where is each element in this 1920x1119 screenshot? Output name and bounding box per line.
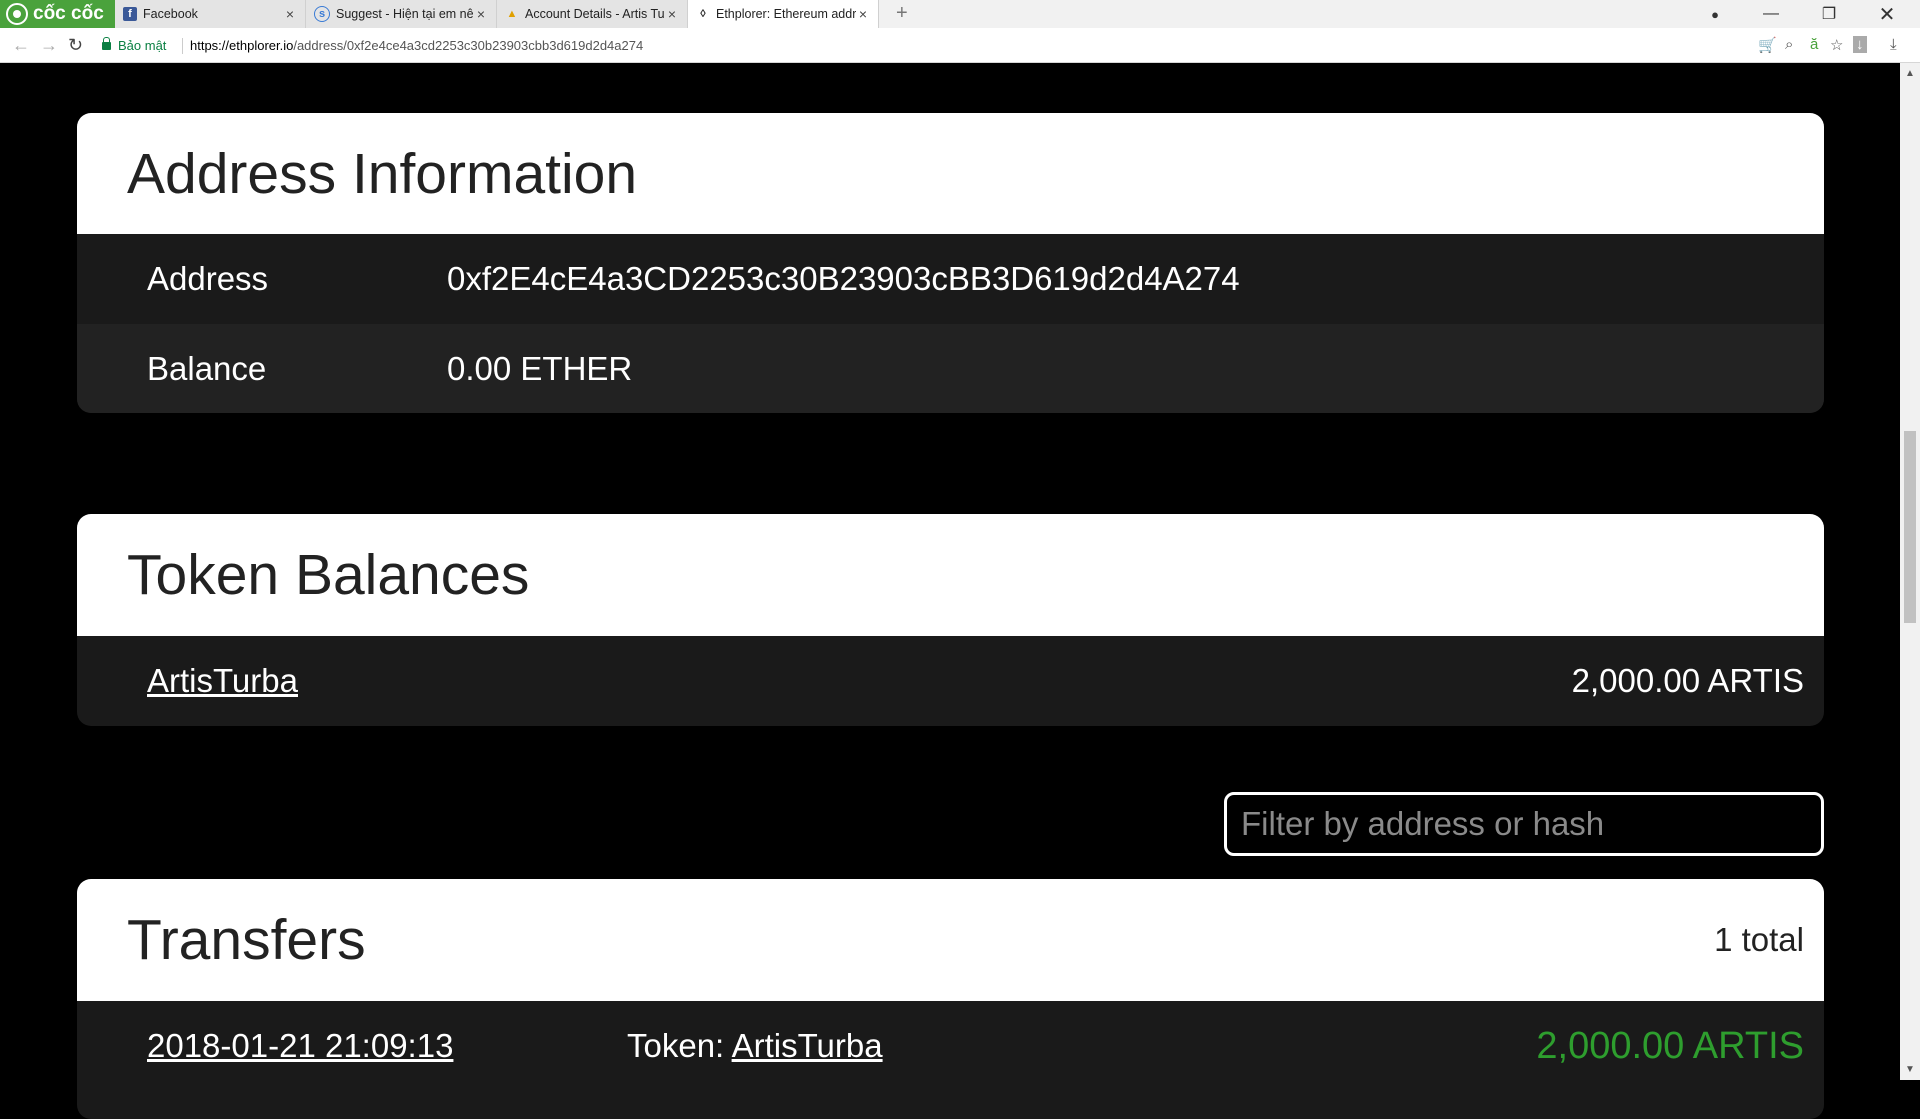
- secure-indicator[interactable]: Bảo mật: [102, 36, 167, 53]
- tab-title: Account Details - Artis Tur: [525, 7, 665, 21]
- scrollbar-thumb[interactable]: [1904, 431, 1916, 623]
- secure-label: Bảo mật: [118, 38, 167, 53]
- close-icon[interactable]: ×: [283, 6, 297, 22]
- tab-title: Facebook: [143, 7, 198, 21]
- tab-facebook[interactable]: f Facebook ×: [115, 0, 306, 28]
- lock-icon: [102, 36, 111, 50]
- artis-icon: ▲: [506, 8, 518, 20]
- reload-icon[interactable]: ↻: [68, 35, 83, 56]
- transfers-title: Transfers: [127, 908, 366, 972]
- transfer-row: 2018-01-21 21:09:13 Token: ArtisTurba 2,…: [77, 1001, 1824, 1091]
- globe-icon: s: [314, 6, 330, 22]
- transfer-token-link[interactable]: ArtisTurba: [732, 1027, 883, 1064]
- page-scrollbar[interactable]: ▲ ▼: [1900, 63, 1920, 1080]
- address-label: Address: [147, 260, 269, 297]
- address-information-title: Address Information: [77, 113, 1824, 234]
- token-link-artisturba[interactable]: ArtisTurba: [147, 662, 298, 700]
- browser-tab-bar: cốc cốc f Facebook × s Suggest - Hiện tạ…: [0, 0, 1920, 29]
- tab-title: Ethplorer: Ethereum addre: [716, 7, 856, 21]
- address-row: Address 0xf2E4cE4a3CD2253c30B23903cBB3D6…: [77, 234, 1824, 324]
- restore-button[interactable]: ❐: [1806, 0, 1852, 28]
- close-icon[interactable]: ×: [474, 6, 488, 22]
- forward-icon[interactable]: →: [40, 35, 58, 56]
- facebook-icon: f: [123, 7, 137, 21]
- address-value: 0xf2E4cE4a3CD2253c30B23903cBB3D619d2d4A2…: [447, 260, 1240, 297]
- scroll-up-icon[interactable]: ▲: [1905, 68, 1915, 79]
- transfers-total: 1 total: [1714, 921, 1804, 958]
- url-host: https://ethplorer.io: [190, 38, 294, 53]
- savior-download-icon[interactable]: ↓: [1853, 36, 1867, 53]
- translate-icon[interactable]: ă: [1810, 36, 1818, 53]
- transfer-date-link[interactable]: 2018-01-21 21:09:13: [147, 1027, 627, 1065]
- balance-value: 0.00 ETHER: [447, 349, 633, 387]
- close-icon[interactable]: ×: [856, 6, 870, 22]
- token-balance-row: ArtisTurba 2,000.00 ARTIS: [77, 636, 1824, 726]
- close-window-button[interactable]: ✕: [1864, 0, 1910, 28]
- close-icon[interactable]: ×: [665, 6, 679, 22]
- address-information-panel: Address Information Address 0xf2E4cE4a3C…: [77, 113, 1824, 413]
- tab-ethplorer[interactable]: ◊ Ethplorer: Ethereum addre ×: [688, 0, 879, 28]
- balance-label: Balance: [147, 349, 267, 387]
- tab-account-details[interactable]: ▲ Account Details - Artis Tur ×: [497, 0, 688, 28]
- transfers-header: Transfers 1 total: [77, 879, 1824, 1001]
- coccoc-logo-icon: [6, 3, 28, 25]
- cart-icon[interactable]: 🛒: [1758, 36, 1777, 54]
- browser-brand-logo[interactable]: cốc cốc: [0, 0, 115, 28]
- back-icon[interactable]: ←: [12, 35, 30, 56]
- minimize-button[interactable]: —: [1748, 0, 1794, 28]
- new-tab-button[interactable]: +: [896, 2, 908, 25]
- downloads-icon[interactable]: ⤓: [1890, 36, 1897, 53]
- scroll-down-icon[interactable]: ▼: [1905, 1064, 1915, 1075]
- tab-suggest[interactable]: s Suggest - Hiện tại em nên ×: [306, 0, 497, 28]
- divider: [182, 38, 183, 54]
- token-balances-title: Token Balances: [77, 514, 1824, 636]
- url-field[interactable]: https://ethplorer.io/address/0xf2e4ce4a3…: [190, 38, 643, 53]
- filter-input[interactable]: [1224, 792, 1824, 856]
- profile-icon[interactable]: ●: [1692, 0, 1738, 28]
- transfers-panel: Transfers 1 total 2018-01-21 21:09:13 To…: [77, 879, 1824, 1119]
- transfer-amount: 2,000.00 ARTIS: [1536, 1024, 1804, 1067]
- transfer-token: Token: ArtisTurba: [627, 1027, 1536, 1065]
- balance-row: Balance 0.00 ETHER: [77, 324, 1824, 413]
- transfer-token-label: Token:: [627, 1027, 725, 1064]
- tab-title: Suggest - Hiện tại em nên: [336, 7, 474, 21]
- token-balance-amount: 2,000.00 ARTIS: [1571, 662, 1804, 699]
- url-path: /address/0xf2e4ce4a3cd2253c30b23903cbb3d…: [293, 38, 644, 53]
- bookmark-star-icon[interactable]: ☆: [1830, 36, 1843, 54]
- address-bar: ← → ↻ Bảo mật https://ethplorer.io/addre…: [0, 28, 1920, 63]
- zoom-icon[interactable]: ⌕: [1785, 36, 1793, 53]
- token-balances-panel: Token Balances ArtisTurba 2,000.00 ARTIS: [77, 514, 1824, 726]
- ethereum-icon: ◊: [700, 8, 706, 20]
- browser-brand-label: cốc cốc: [33, 3, 104, 24]
